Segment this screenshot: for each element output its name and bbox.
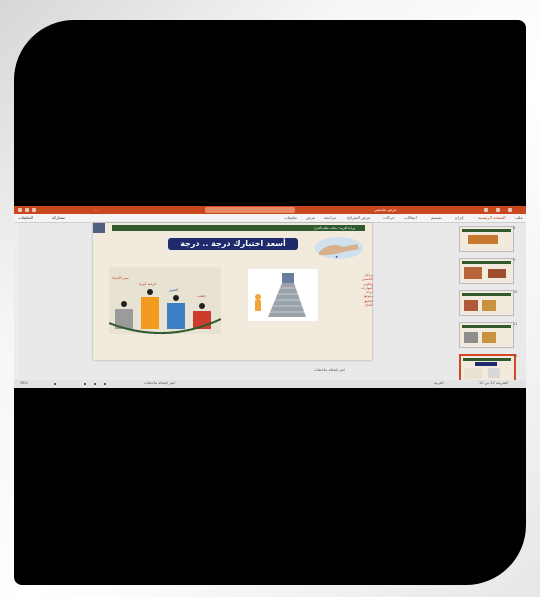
zoom-level[interactable]: 58% — [20, 381, 28, 385]
reading-view-icon[interactable] — [104, 383, 106, 385]
close-icon[interactable] — [508, 208, 512, 212]
slide-thumbnail[interactable] — [459, 226, 514, 252]
window-title: عرض تقديمي — [374, 207, 397, 212]
language-indicator: العربية — [434, 381, 444, 385]
tab-transitions[interactable]: انتقالات — [404, 215, 417, 220]
tab-slideshow[interactable]: عرض الشرائح — [347, 215, 371, 220]
podium-label: فرصة كبيرة — [139, 282, 156, 286]
collapsed-pane[interactable] — [14, 223, 18, 380]
slide-info: الشريحة 12 من 12 — [479, 381, 509, 385]
thumbnail-pane: 8 9 10 11 12 — [455, 224, 520, 384]
slide-title: أسعد اختبارك درجة .. درجة — [168, 238, 298, 250]
status-bar: 58% انقر لإضافة ملاحظات العربية الشريحة … — [14, 380, 526, 388]
ribbon-tabs: التعليقات مشاركة ملف الصفحة الرئيسية إدر… — [14, 214, 526, 223]
banner-text: وزارة التربية / مكتب تعليم الخرج — [314, 226, 355, 230]
tab-animations[interactable]: حركات — [383, 215, 395, 220]
svg-text:★: ★ — [335, 255, 338, 259]
tab-file[interactable]: ملف — [515, 215, 523, 220]
undo-icon[interactable] — [25, 208, 29, 212]
thumbnail-number: 11 — [513, 322, 518, 326]
normal-view-icon[interactable] — [84, 383, 86, 385]
tab-help[interactable]: تعليمات — [284, 215, 297, 220]
thumbnail-number: 12 — [513, 354, 518, 358]
podium-label: التغيير — [168, 288, 178, 292]
search-input[interactable] — [205, 207, 295, 213]
stairs-image — [248, 269, 318, 321]
sorter-view-icon[interactable] — [94, 383, 96, 385]
notes-placeholder[interactable]: انقر لإضافة ملاحظات — [314, 368, 345, 372]
screen-frame: ... عرض تقديمي التعليقات مشاركة ملف الصف… — [14, 20, 526, 585]
tab-review[interactable]: مراجعة — [324, 215, 336, 220]
logo-icon — [93, 223, 105, 233]
zoom-slider-icon[interactable] — [54, 383, 56, 385]
minimize-icon[interactable] — [484, 208, 488, 212]
redo-icon[interactable] — [32, 208, 36, 212]
tab-home[interactable]: الصفحة الرئيسية — [478, 215, 506, 220]
tab-view[interactable]: عرض — [306, 215, 315, 220]
slide-banner: وزارة التربية / مكتب تعليم الخرج — [112, 225, 365, 231]
notes-toggle[interactable]: انقر لإضافة ملاحظات — [144, 381, 175, 385]
slide-canvas[interactable]: وزارة التربية / مكتب تعليم الخرج أسعد اخ… — [93, 223, 373, 360]
word-item: النجاح — [365, 303, 373, 308]
title-bar: ... عرض تقديمي — [14, 206, 526, 214]
slide-thumbnail[interactable] — [459, 322, 514, 348]
share-button[interactable]: مشاركة — [52, 215, 65, 220]
thumbnail-number: 8 — [513, 226, 516, 230]
podium-label: حققت — [197, 294, 206, 298]
tab-insert[interactable]: إدراج — [455, 215, 464, 220]
maximize-icon[interactable] — [496, 208, 500, 212]
podium-image: سير الأشياء فرصة كبيرة التغيير حققت — [109, 267, 221, 334]
word-list: مراحل التحسين وتطوير المهارات درجة وتنوع… — [333, 273, 373, 307]
slide-thumbnail[interactable] — [459, 290, 514, 316]
save-icon[interactable] — [18, 208, 22, 212]
quick-access: ... — [94, 207, 98, 212]
tab-design[interactable]: تصميم — [431, 215, 442, 220]
thumbnail-number: 10 — [513, 290, 518, 294]
slide-thumbnail[interactable] — [459, 258, 514, 284]
hands-image: ★ — [315, 237, 363, 259]
thumbnail-number: 9 — [513, 258, 516, 262]
powerpoint-window: ... عرض تقديمي التعليقات مشاركة ملف الصف… — [14, 206, 526, 388]
podium-label: سير الأشياء — [112, 275, 129, 280]
comments-button[interactable]: التعليقات — [18, 215, 33, 220]
